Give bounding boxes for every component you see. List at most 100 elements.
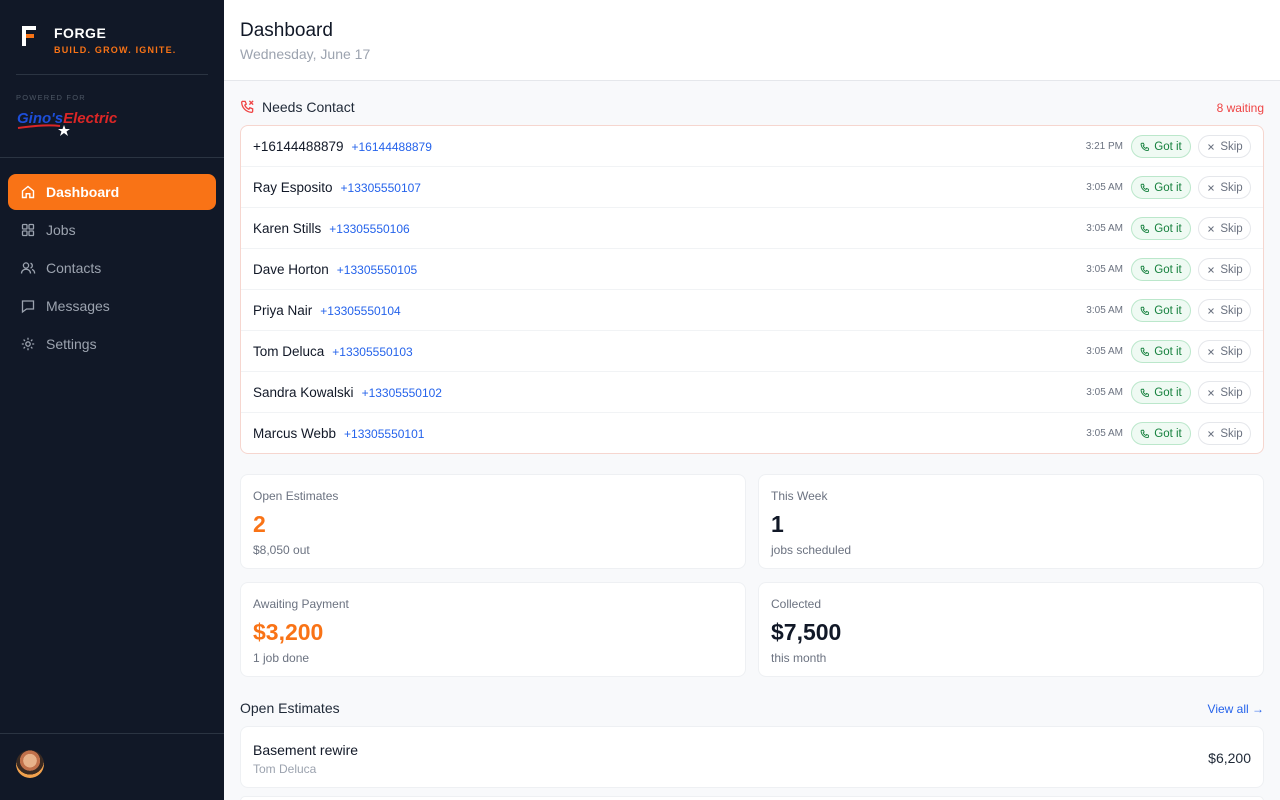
contact-row[interactable]: Ray Esposito +13305550107 3:05 AM Got it Ski… (241, 167, 1263, 208)
contact-name-text: Sandra Kowalski (253, 385, 354, 400)
estimate-card[interactable] (240, 796, 1264, 800)
contact-time: 3:05 AM (1086, 428, 1123, 439)
contact-name: +16144488879 +16144488879 (253, 139, 432, 154)
close-icon (1208, 266, 1215, 273)
nav-label: Settings (46, 336, 97, 352)
page-date: Wednesday, June 17 (240, 46, 371, 62)
view-all-link[interactable]: View all → (1208, 702, 1264, 716)
phone-icon (1140, 183, 1150, 192)
nav-item-dashboard[interactable]: Dashboard (8, 174, 216, 210)
needs-contact-header: Needs Contact 8 waiting (240, 98, 1264, 118)
contact-phone-link[interactable]: +13305550104 (320, 304, 400, 318)
stat-this-week[interactable]: This Week 1 jobs scheduled (758, 474, 1264, 569)
nav-item-settings[interactable]: Settings (8, 326, 216, 362)
grid-icon (20, 222, 36, 238)
got-it-label: Got it (1154, 263, 1182, 276)
contact-name-text: Dave Horton (253, 262, 329, 277)
skip-button[interactable]: Skip (1198, 258, 1251, 281)
got-it-button[interactable]: Got it (1131, 381, 1191, 404)
gear-icon (20, 336, 36, 352)
divider (0, 733, 224, 734)
contact-name: Ray Esposito +13305550107 (253, 180, 421, 195)
brand[interactable]: FORGE BUILD. GROW. IGNITE. (20, 24, 177, 55)
user-avatar[interactable] (16, 750, 44, 778)
skip-button[interactable]: Skip (1198, 381, 1251, 404)
skip-label: Skip (1220, 222, 1243, 235)
nav-item-jobs[interactable]: Jobs (8, 212, 216, 248)
nav-item-contacts[interactable]: Contacts (8, 250, 216, 286)
contact-row[interactable]: Tom Deluca +13305550103 3:05 AM Got it Skip (241, 331, 1263, 372)
contact-row[interactable]: Priya Nair +13305550104 3:05 AM Got it Skip (241, 290, 1263, 331)
brand-name: FORGE (54, 25, 107, 41)
contact-row[interactable]: Marcus Webb +13305550101 3:05 AM Got it Skip (241, 413, 1263, 453)
contact-phone-link[interactable]: +16144488879 (351, 140, 431, 154)
phone-icon (1140, 265, 1150, 274)
stat-label: Collected (771, 597, 822, 611)
contact-name: Sandra Kowalski +13305550102 (253, 385, 442, 400)
forge-logo-icon (20, 26, 40, 50)
page-header: Dashboard Wednesday, June 17 (224, 0, 1280, 81)
contact-name-text: +16144488879 (253, 139, 344, 154)
stat-label: This Week (771, 489, 828, 503)
contact-phone-link[interactable]: +13305550107 (341, 181, 421, 195)
phone-icon (1140, 388, 1150, 397)
skip-button[interactable]: Skip (1198, 176, 1251, 199)
contact-name: Karen Stills +13305550106 (253, 221, 410, 236)
stat-value: 2 (253, 511, 266, 537)
nav-item-messages[interactable]: Messages (8, 288, 216, 324)
page-title: Dashboard (240, 20, 333, 41)
got-it-button[interactable]: Got it (1131, 258, 1191, 281)
nav-label: Dashboard (46, 184, 120, 200)
close-icon (1208, 143, 1215, 150)
skip-button[interactable]: Skip (1198, 217, 1251, 240)
skip-button[interactable]: Skip (1198, 299, 1251, 322)
got-it-button[interactable]: Got it (1131, 299, 1191, 322)
missed-call-icon (241, 100, 254, 113)
skip-button[interactable]: Skip (1198, 135, 1251, 158)
stat-label: Awaiting Payment (253, 597, 349, 611)
contact-row[interactable]: +16144488879 +16144488879 3:21 PM Got it Ski… (241, 126, 1263, 167)
contact-time: 3:05 AM (1086, 264, 1123, 275)
contact-phone-link[interactable]: +13305550102 (362, 386, 442, 400)
skip-label: Skip (1220, 386, 1243, 399)
stat-open-estimates[interactable]: Open Estimates 2 $8,050 out (240, 474, 746, 569)
contact-time: 3:05 AM (1086, 182, 1123, 193)
waiting-count: 8 waiting (1216, 101, 1264, 115)
skip-button[interactable]: Skip (1198, 422, 1251, 445)
got-it-button[interactable]: Got it (1131, 135, 1191, 158)
got-it-button[interactable]: Got it (1131, 176, 1191, 199)
contact-name-text: Ray Esposito (253, 180, 333, 195)
contact-name: Dave Horton +13305550105 (253, 262, 417, 277)
close-icon (1208, 307, 1215, 314)
contact-phone-link[interactable]: +13305550101 (344, 427, 424, 441)
contact-row[interactable]: Sandra Kowalski +13305550102 3:05 AM Got it… (241, 372, 1263, 413)
contact-phone-link[interactable]: +13305550106 (329, 222, 409, 236)
nav-label: Messages (46, 298, 110, 314)
powered-for-label: POWERED FOR (16, 93, 86, 102)
skip-label: Skip (1220, 181, 1243, 194)
stat-value: $7,500 (771, 619, 842, 645)
contact-name-text: Priya Nair (253, 303, 313, 318)
close-icon (1208, 184, 1215, 191)
nav-label: Contacts (46, 260, 102, 276)
contact-phone-link[interactable]: +13305550105 (337, 263, 417, 277)
contact-row[interactable]: Karen Stills +13305550106 3:05 AM Got it Ski… (241, 208, 1263, 249)
needs-contact-list: +16144488879 +16144488879 3:21 PM Got it Ski… (240, 125, 1264, 454)
phone-icon (1140, 306, 1150, 315)
skip-button[interactable]: Skip (1198, 340, 1251, 363)
got-it-button[interactable]: Got it (1131, 422, 1191, 445)
stat-sub: $8,050 out (253, 543, 310, 557)
contact-time: 3:21 PM (1085, 141, 1123, 152)
got-it-button[interactable]: Got it (1131, 340, 1191, 363)
stat-awaiting-payment[interactable]: Awaiting Payment $3,200 1 job done (240, 582, 746, 677)
stat-collected[interactable]: Collected $7,500 this month (758, 582, 1264, 677)
got-it-label: Got it (1154, 181, 1182, 194)
stat-value: $3,200 (253, 619, 324, 645)
contact-row[interactable]: Dave Horton +13305550105 3:05 AM Got it Skip (241, 249, 1263, 290)
estimate-amount: $6,200 (1208, 750, 1251, 766)
home-icon (20, 184, 36, 200)
estimate-card[interactable]: Basement rewire Tom Deluca $6,200 (240, 726, 1264, 788)
got-it-button[interactable]: Got it (1131, 217, 1191, 240)
contact-phone-link[interactable]: +13305550103 (332, 345, 412, 359)
contact-time: 3:05 AM (1086, 346, 1123, 357)
